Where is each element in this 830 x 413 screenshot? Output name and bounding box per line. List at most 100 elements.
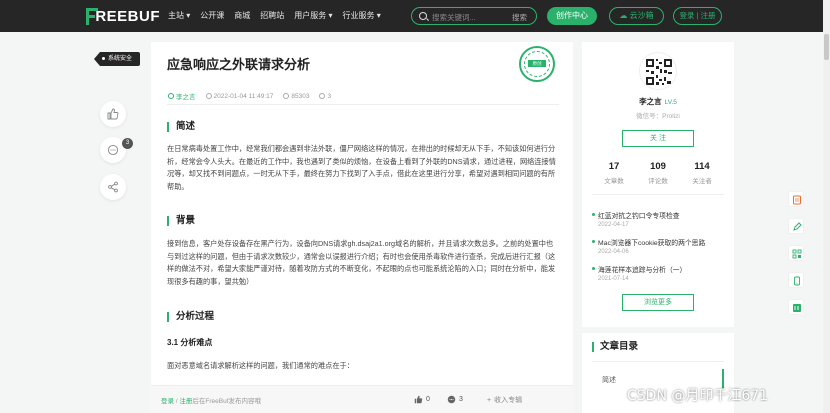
author-avatar-qrcode[interactable]	[639, 52, 677, 90]
bottom-comment-count: 3	[459, 396, 463, 403]
mobile-icon	[794, 276, 800, 286]
subsection-text-difficulty: 面对恶意域名请求解析这样的问题，我们通常的难点在于：	[167, 361, 354, 370]
freebuf-logo-icon	[86, 7, 98, 25]
floating-tool-feedback[interactable]	[788, 299, 804, 315]
subsection-heading-difficulty: 3.1 分析难点	[167, 338, 213, 347]
csdn-watermark: CSDN @月印千江671	[627, 388, 769, 404]
plus-icon: +	[487, 396, 492, 404]
logo-text: REEBUF	[95, 7, 160, 25]
login-register-button[interactable]: 登录 | 注册	[673, 7, 722, 25]
related-article-title[interactable]: 红蓝对抗之钓口令专项检查	[592, 210, 726, 220]
stat-comments-label: 评论数	[648, 178, 668, 185]
like-button[interactable]	[100, 101, 126, 127]
nav-item-jobs[interactable]: 招聘站	[260, 10, 284, 21]
section-heading-background: 背景	[167, 216, 195, 226]
section-text-overview: 在日常病毒处置工作中，经常我们都会遇到非法外联，僵尸网络这样的情况，在排出的时候…	[167, 144, 556, 191]
stat-followers[interactable]: 114 关注者	[680, 161, 724, 185]
related-article-title[interactable]: Mac浏览器下cookie获取的两个思路	[592, 237, 726, 247]
author-profile-card: 李之言 LV.5 微信号：Prolizi 关 注 17 文章数 109 评论数 114…	[582, 42, 734, 327]
article-meta: 李之言 2022-01-04 11:49:17 85303 3	[168, 91, 331, 101]
login-hint-text: 后在FreeBuf发布内容哦	[192, 398, 262, 405]
cloud-sandbox-button[interactable]: ☁ 云沙箱	[609, 7, 664, 25]
search-input[interactable]: 搜索关键词...	[432, 12, 476, 23]
floating-tool-edit[interactable]	[788, 218, 804, 234]
search-box[interactable]: 搜索关键词... 搜索	[411, 7, 537, 25]
category-tag[interactable]: 系统安全	[94, 52, 140, 66]
stat-comments[interactable]: 109 评论数	[636, 161, 680, 185]
original-stamp-label: 原创	[528, 60, 546, 67]
create-center-button[interactable]: 创作中心	[547, 7, 597, 25]
toc-title: 文章目录	[592, 342, 638, 352]
search-icon	[419, 12, 427, 20]
follow-button[interactable]: 关 注	[622, 130, 694, 147]
author-icon	[168, 93, 174, 99]
floating-tool-qrcode[interactable]	[788, 245, 804, 261]
stat-followers-label: 关注者	[692, 178, 712, 185]
thumbs-up-icon	[414, 395, 423, 404]
search-button[interactable]: 搜索	[512, 12, 527, 23]
login-link[interactable]: 登录	[161, 398, 174, 405]
browse-more-button[interactable]: 浏览更多	[622, 294, 694, 311]
floating-tool-mobile[interactable]	[788, 272, 804, 288]
nav-item-main-site[interactable]: 主站 ▾	[168, 10, 190, 21]
related-article-title[interactable]: 海莲花样本追踪与分析（一）	[592, 264, 726, 274]
stat-articles[interactable]: 17 文章数	[592, 161, 636, 185]
fire-icon	[283, 93, 290, 99]
nav-item-industry-services[interactable]: 行业服务 ▾	[343, 10, 381, 21]
publish-date: 2022-01-04 11:49:17	[213, 92, 274, 100]
bottom-action-bar: 登录 / 注册后在FreeBuf发布内容哦 0 3 + 收入专辑	[151, 385, 573, 413]
original-stamp: 原创	[519, 46, 555, 82]
top-navbar: REEBUF 主站 ▾ 公开课 商城 招聘站 用户服务 ▾ 行业服务 ▾ 搜索关…	[0, 0, 830, 32]
qrcode-small-icon	[792, 249, 802, 259]
share-icon	[108, 181, 118, 193]
nav-item-user-services[interactable]: 用户服务 ▾	[294, 10, 332, 21]
profile-divider	[592, 194, 724, 195]
article-title: 应急响应之外联请求分析	[167, 57, 311, 72]
floating-tool-collect[interactable]	[788, 191, 804, 207]
section-heading-overview: 简述	[167, 122, 195, 132]
cloud-sandbox-label: 云沙箱	[629, 11, 654, 20]
clock-icon	[205, 93, 212, 99]
toc-divider	[592, 361, 724, 362]
qrcode-icon	[646, 59, 672, 85]
author-level: LV.5	[664, 99, 677, 106]
add-to-collection-button[interactable]: + 收入专辑	[487, 395, 522, 405]
pencil-icon	[793, 222, 802, 231]
author-name-row: 李之言 LV.5	[582, 96, 734, 107]
comment-icon	[107, 144, 119, 156]
freebuf-logo[interactable]: REEBUF	[86, 7, 160, 25]
stat-followers-num: 114	[694, 161, 710, 172]
share-button[interactable]	[100, 174, 126, 200]
bottom-like-count: 0	[426, 396, 430, 403]
article-card: 应急响应之外联请求分析 原创 李之言 2022-01-04 11:49:17 8…	[151, 42, 573, 413]
bottom-like-button[interactable]: 0	[414, 395, 430, 404]
page-scrollbar-track[interactable]	[823, 0, 830, 413]
thumbs-up-icon	[107, 108, 119, 120]
stat-comments-num: 109	[650, 161, 666, 172]
related-article[interactable]: Mac浏览器下cookie获取的两个思路 2022-04-06	[592, 237, 726, 255]
add-to-collection-label: 收入专辑	[494, 397, 523, 404]
author-stats: 17 文章数 109 评论数 114 关注者	[592, 161, 724, 185]
section-heading-analysis: 分析过程	[167, 312, 214, 322]
bottom-comment-button[interactable]: 3	[447, 395, 463, 404]
meta-divider	[167, 104, 559, 105]
author-link[interactable]: 李之言	[176, 91, 196, 101]
related-article-date: 2022-04-06	[598, 249, 629, 255]
register-link[interactable]: 注册	[179, 398, 192, 405]
nav-item-store[interactable]: 商城	[234, 10, 250, 21]
view-count: 85303	[291, 92, 310, 100]
login-hint: 登录 / 注册后在FreeBuf发布内容哦	[161, 398, 262, 405]
author-intro: 微信号：Prolizi	[636, 113, 680, 120]
related-article-date: 2021-07-14	[598, 276, 629, 282]
bookmark-icon	[793, 195, 801, 205]
related-article[interactable]: 红蓝对抗之钓口令专项检查 2022-04-17	[592, 210, 726, 228]
comment-count-badge: 3	[122, 138, 133, 149]
comment-icon	[447, 395, 456, 404]
toc-item[interactable]: 简述	[602, 375, 616, 385]
nav-item-open-class[interactable]: 公开课	[200, 10, 224, 21]
related-article[interactable]: 海莲花样本追踪与分析（一） 2021-07-14	[592, 264, 726, 282]
stat-articles-label: 文章数	[604, 178, 624, 185]
page-scrollbar-thumb[interactable]	[824, 34, 829, 60]
section-text-background: 接到信息，客户处存设备存在黑产行为，设备向DNS请求gh.dsaj2a1.org…	[167, 239, 556, 286]
author-name[interactable]: 李之言	[639, 97, 662, 106]
